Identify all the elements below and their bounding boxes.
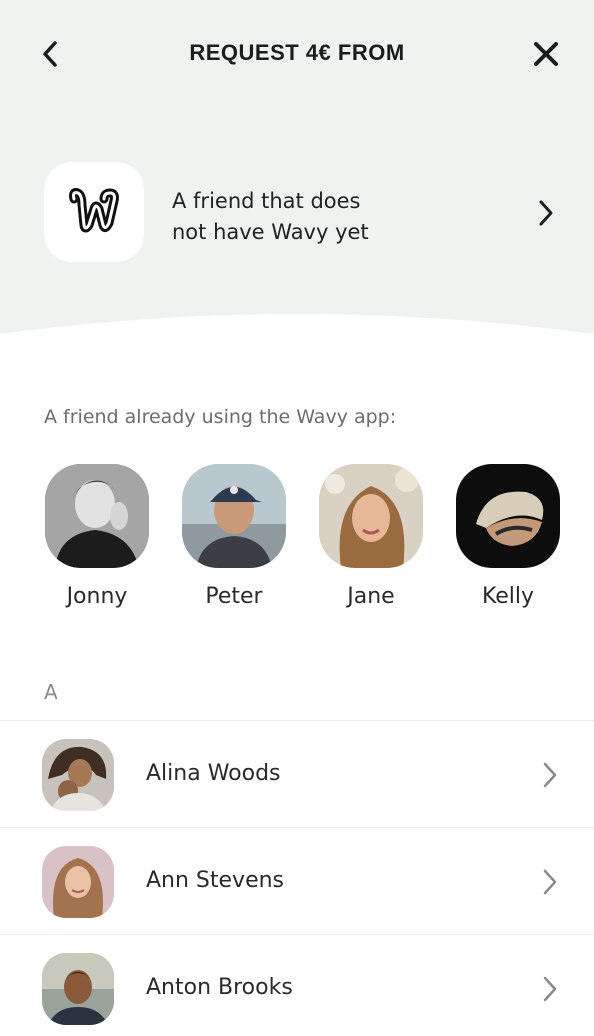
friend-kelly[interactable]: Kelly: [455, 464, 561, 609]
top-panel-curve: [0, 314, 594, 370]
contact-list: Alina Woods Ann Stevens Anton Brooks: [0, 720, 594, 1036]
friends-section-label: A friend already using the Wavy app:: [44, 406, 397, 428]
friend-name: Kelly: [481, 584, 535, 609]
wavy-logo-icon: [44, 162, 144, 262]
avatar: [182, 464, 286, 568]
contact-name: Alina Woods: [146, 761, 281, 786]
chevron-right-icon: [543, 869, 557, 895]
invite-line-1: A friend that does: [172, 189, 361, 213]
friend-name: Peter: [205, 584, 263, 609]
friend-jane[interactable]: Jane: [318, 464, 424, 609]
avatar: [45, 464, 149, 568]
avatar: [42, 739, 114, 811]
avatar: [456, 464, 560, 568]
list-item[interactable]: Anton Brooks: [0, 934, 594, 1036]
friend-peter[interactable]: Peter: [181, 464, 287, 609]
contact-name: Anton Brooks: [146, 975, 293, 1000]
chevron-right-icon: [543, 762, 557, 788]
friend-jonny[interactable]: Jonny: [44, 464, 150, 609]
chevron-right-icon: [543, 976, 557, 1002]
invite-line-2: not have Wavy yet: [172, 220, 369, 244]
list-item[interactable]: Ann Stevens: [0, 827, 594, 934]
avatar: [319, 464, 423, 568]
chevron-right-icon: [539, 200, 553, 226]
close-icon: [534, 42, 558, 66]
header: REQUEST 4€ FROM: [0, 22, 594, 86]
close-button[interactable]: [524, 32, 568, 76]
page-title: REQUEST 4€ FROM: [189, 40, 405, 65]
contacts-letter-header: A: [44, 680, 58, 704]
invite-description: A friend that does not have Wavy yet: [172, 186, 472, 248]
friend-name: Jane: [347, 584, 395, 609]
contact-name: Ann Stevens: [146, 868, 285, 893]
list-item[interactable]: Alina Woods: [0, 720, 594, 827]
friends-row: Jonny Peter Jane Kelly: [44, 464, 564, 624]
avatar: [42, 846, 114, 918]
invite-non-user-friend[interactable]: A friend that does not have Wavy yet: [44, 160, 564, 266]
avatar: [42, 953, 114, 1025]
friend-name: Jonny: [66, 584, 128, 609]
